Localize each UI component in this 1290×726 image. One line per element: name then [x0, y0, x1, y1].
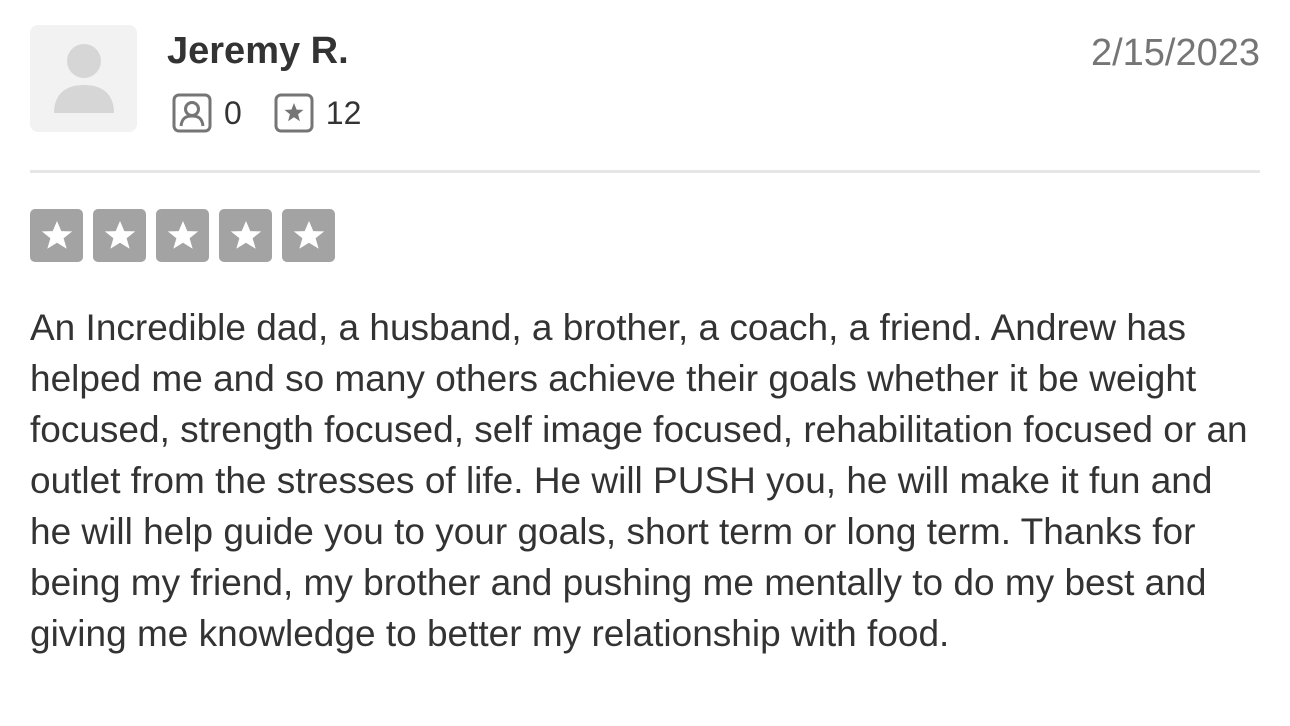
- star-icon: [167, 220, 198, 249]
- friends-icon: [172, 93, 212, 133]
- review-text: An Incredible dad, a husband, a brother,…: [30, 307, 1248, 654]
- reviews-count: 12: [274, 93, 362, 133]
- star-icon: [104, 220, 135, 249]
- rating-star: [30, 209, 83, 262]
- rating-star: [156, 209, 209, 262]
- review-header: Jeremy R. 0 12 2/15/2023: [30, 25, 1260, 135]
- friends-count-value: 0: [224, 95, 242, 131]
- star-rating: [30, 209, 345, 262]
- star-icon: [41, 220, 72, 249]
- friends-count: 0: [172, 93, 242, 133]
- user-name[interactable]: Jeremy R.: [167, 29, 349, 73]
- star-icon: [230, 220, 261, 249]
- user-avatar[interactable]: [30, 25, 137, 132]
- reviews-count-value: 12: [325, 95, 362, 131]
- review-card: Jeremy R. 0 12 2/15/2023 An Incredible d…: [30, 0, 1260, 726]
- rating-star: [219, 209, 272, 262]
- default-user-avatar-icon: [54, 44, 114, 113]
- reviews-star-icon: [274, 93, 314, 133]
- star-icon: [293, 220, 324, 249]
- rating-star: [93, 209, 146, 262]
- rating-star: [282, 209, 335, 262]
- review-date: 2/15/2023: [1090, 32, 1260, 74]
- user-stats: 0 12: [172, 93, 393, 133]
- header-divider: [30, 170, 1260, 173]
